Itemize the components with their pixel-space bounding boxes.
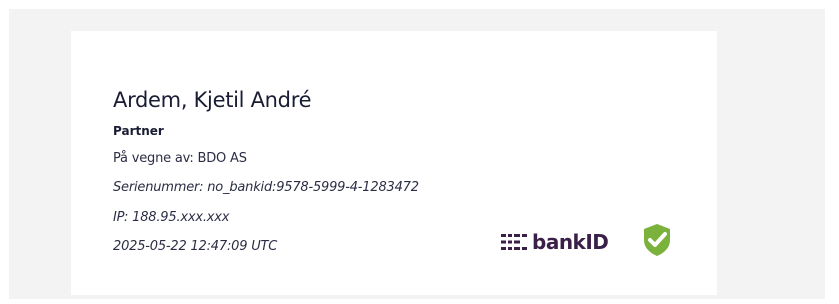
signer-name: Ardem, Kjetil André — [113, 88, 312, 112]
bankid-wordmark: bankID — [532, 230, 609, 254]
signer-role: Partner — [113, 124, 164, 138]
bankid-logo: bankID — [501, 227, 609, 257]
ip-address: IP: 188.95.xxx.xxx — [113, 210, 230, 225]
signature-timestamp: 2025-05-22 12:47:09 UTC — [113, 239, 278, 254]
signature-card: Ardem, Kjetil André Partner På vegne av:… — [71, 31, 717, 295]
document-background: Ardem, Kjetil André Partner På vegne av:… — [9, 9, 825, 299]
on-behalf-of: På vegne av: BDO AS — [113, 151, 247, 166]
check-shield-icon — [644, 224, 670, 256]
serial-number: Serienummer: no_bankid:9578-5999-4-12834… — [113, 180, 419, 195]
bankid-logo-icon — [501, 234, 527, 250]
